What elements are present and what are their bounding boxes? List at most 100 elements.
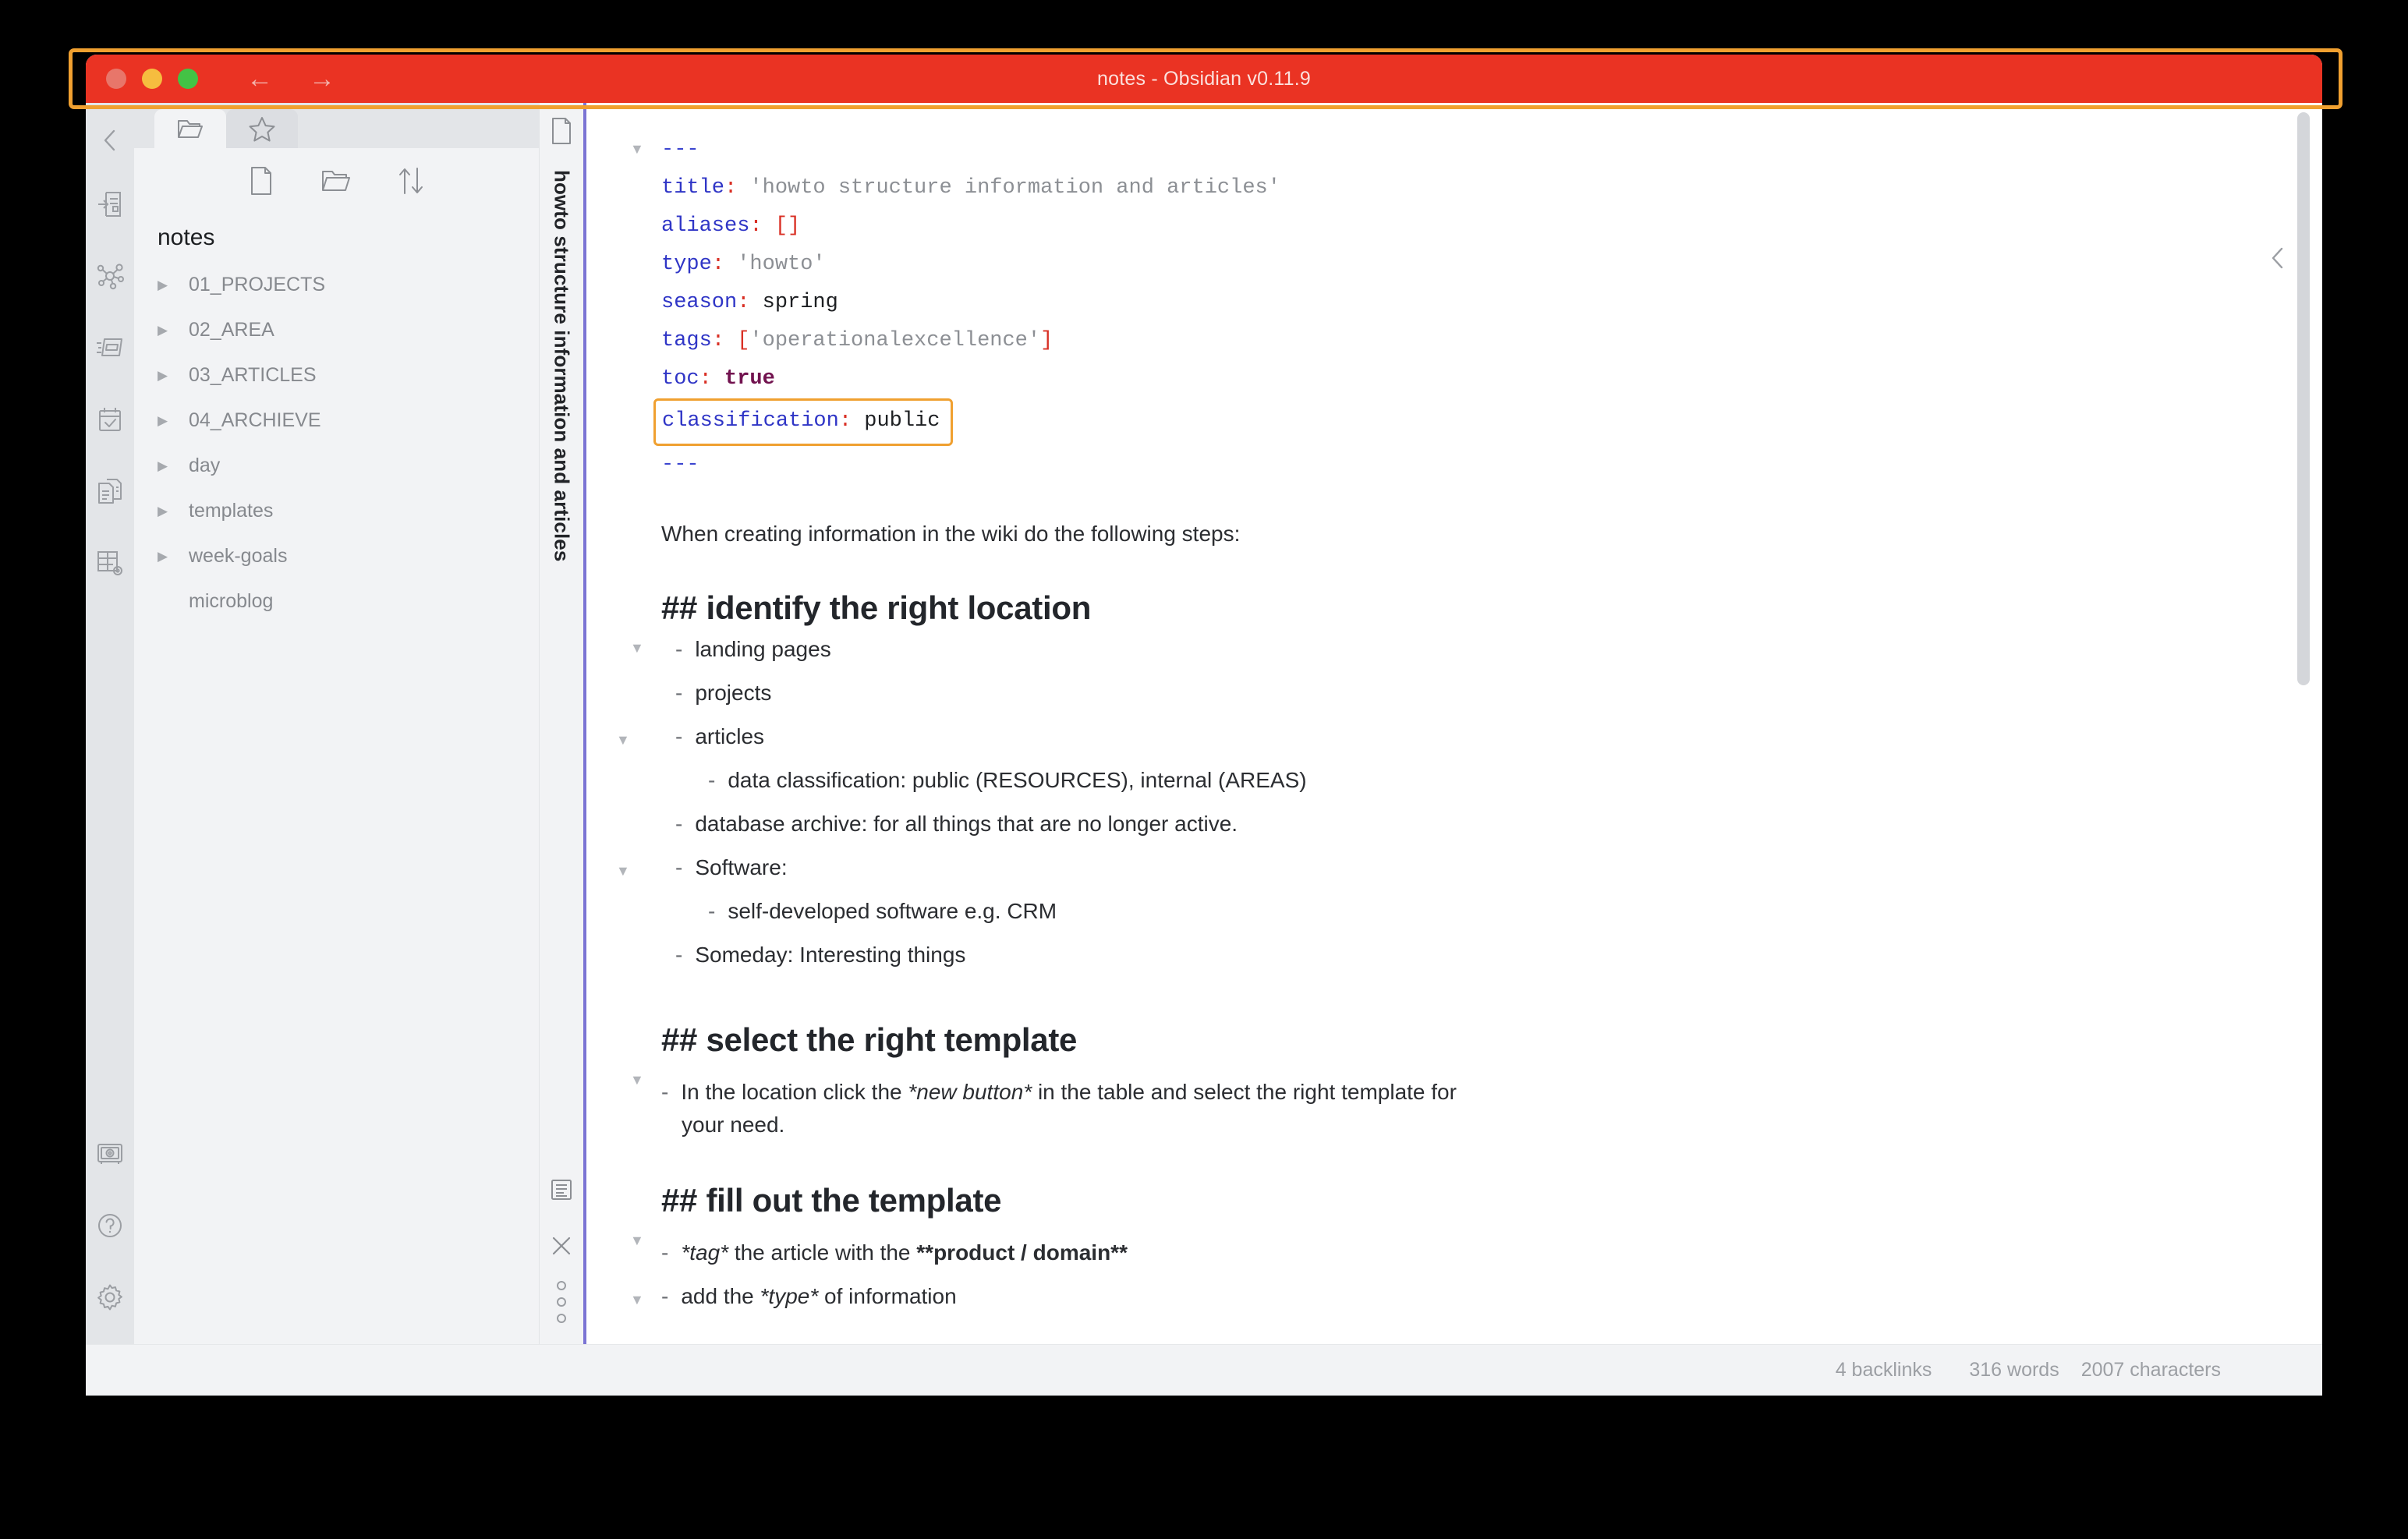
document-icon	[552, 118, 571, 144]
list-item-label: Software:	[695, 854, 788, 879]
tree-item-microblog[interactable]: microblog	[158, 578, 539, 624]
tag-italic: *tag*	[681, 1240, 729, 1265]
tree-item-03-articles[interactable]: ▶ 03_ARTICLES	[158, 352, 539, 398]
list-item-content: add the *type* of information	[681, 1280, 956, 1313]
section-identify-location: ▼ ## identify the right location	[630, 589, 2229, 655]
fold-arrow-icon[interactable]: ▼	[630, 641, 647, 655]
tree-item-label: 01_PROJECTS	[189, 273, 326, 295]
collapse-left-sidebar-button[interactable]	[86, 112, 134, 168]
open-settings-button[interactable]	[86, 1261, 134, 1333]
yaml-key: type	[661, 253, 712, 276]
expand-arrow-icon[interactable]: ▶	[158, 324, 181, 337]
expand-arrow-icon[interactable]: ▶	[158, 459, 181, 472]
change-sort-order-button[interactable]	[396, 165, 426, 200]
list-item: - In the location click the *new button* …	[661, 1076, 2229, 1141]
editor-pane: ▼ --- title: 'howto structure informatio…	[586, 103, 2322, 1344]
more-options-button[interactable]	[538, 1274, 585, 1330]
chevron-left-icon	[104, 129, 115, 151]
frontmatter-field-tags: tags: ['operationalexcellence']	[661, 329, 1054, 352]
fold-arrow-icon[interactable]: ▼	[630, 1293, 647, 1307]
frontmatter-field-type: type: 'howto'	[661, 253, 826, 276]
tree-item-label: microblog	[189, 589, 274, 612]
heading-select-the-right-template: ## select the right template	[661, 1021, 1078, 1058]
close-pane-button[interactable]	[538, 1218, 585, 1274]
yaml-value: []	[774, 214, 801, 238]
fold-arrow-icon[interactable]: ▼	[630, 1233, 647, 1247]
open-vault-button[interactable]	[86, 1118, 134, 1190]
minimize-window-button[interactable]	[142, 69, 162, 89]
heading-fill-out-the-template: ## fill out the template	[661, 1181, 1002, 1219]
frontmatter-field-toc: toc: true	[661, 367, 775, 391]
expand-arrow-icon[interactable]: ▶	[158, 369, 181, 382]
toggle-reading-view-button[interactable]	[538, 1162, 585, 1218]
list-item: ▼ - add the *type* of information	[630, 1280, 2229, 1324]
expand-arrow-icon[interactable]: ▶	[158, 414, 181, 427]
open-templates-button[interactable]	[86, 455, 134, 527]
new-folder-button[interactable]	[320, 168, 351, 198]
list-item: ▼ - articles	[616, 720, 2229, 764]
active-file-tab[interactable]	[538, 103, 585, 159]
tree-item-02-area[interactable]: ▶ 02_AREA	[158, 307, 539, 352]
tree-item-templates[interactable]: ▶ templates	[158, 488, 539, 533]
tag-bold: **product / domain**	[916, 1240, 1128, 1265]
new-note-button[interactable]	[248, 165, 274, 200]
last-line-italic: *type*	[760, 1283, 819, 1308]
list-item-label: Someday: Interesting things	[695, 942, 966, 967]
frontmatter-field-aliases: aliases: []	[661, 214, 801, 238]
vtab-bottom-group	[538, 1162, 585, 1344]
traffic-lights	[106, 69, 198, 89]
tree-item-01-projects[interactable]: ▶ 01_PROJECTS	[158, 262, 539, 307]
maximize-window-button[interactable]	[178, 69, 198, 89]
window-title: notes - Obsidian v0.11.9	[1097, 67, 1311, 90]
list-item: - landing pages	[661, 633, 2229, 677]
list-item: - *tag* the article with the **product /…	[661, 1237, 2229, 1280]
paragraph-part-italic: *new button*	[908, 1079, 1032, 1104]
files-tab[interactable]	[154, 109, 226, 148]
tree-item-week-goals[interactable]: ▶ week-goals	[158, 533, 539, 578]
fold-arrow-icon[interactable]: ▼	[616, 733, 633, 747]
list-dash: -	[675, 811, 683, 836]
list-dash: -	[708, 767, 716, 792]
gear-icon	[97, 1284, 122, 1311]
fold-arrow-icon[interactable]: ▼	[616, 864, 633, 878]
list-dash: -	[675, 636, 683, 661]
list-dash: -	[661, 1240, 669, 1265]
starred-tab[interactable]	[226, 109, 298, 148]
expand-arrow-icon[interactable]: ▶	[158, 278, 181, 292]
list-dash: -	[661, 1079, 669, 1104]
tree-item-day[interactable]: ▶ day	[158, 443, 539, 488]
frontmatter-field-season: season: spring	[661, 291, 838, 314]
open-card-board-button[interactable]	[86, 312, 134, 384]
open-quick-switcher-button[interactable]	[86, 168, 134, 240]
tree-item-label: day	[189, 454, 221, 476]
list-item-label: landing pages	[695, 636, 831, 661]
open-help-button[interactable]	[86, 1190, 134, 1261]
open-calendar-button[interactable]	[86, 384, 134, 455]
frontmatter-close-line: ---	[661, 446, 2229, 484]
tree-item-label: 02_AREA	[189, 318, 274, 341]
open-graph-view-button[interactable]	[86, 240, 134, 312]
list-item-label: data classification: public (RESOURCES),…	[728, 767, 1307, 792]
close-window-button[interactable]	[106, 69, 126, 89]
open-table-settings-button[interactable]	[86, 527, 134, 599]
new-note-icon	[250, 166, 271, 195]
help-circle-icon	[98, 1214, 122, 1237]
new-folder-icon	[321, 170, 350, 191]
expand-arrow-icon[interactable]: ▶	[158, 550, 181, 563]
tree-item-04-archieve[interactable]: ▶ 04_ARCHIEVE	[158, 398, 539, 443]
yaml-value: 'howto'	[737, 253, 826, 276]
expand-arrow-icon[interactable]: ▶	[158, 504, 181, 518]
fold-arrow-icon[interactable]: ▼	[630, 142, 647, 156]
back-arrow-icon[interactable]: ←	[246, 65, 273, 92]
vault-icon	[97, 1144, 122, 1164]
list-item: - database archive: for all things that …	[661, 808, 2229, 851]
cards-icon	[97, 338, 122, 356]
star-icon	[249, 116, 275, 141]
forward-arrow-icon[interactable]: →	[309, 65, 335, 92]
backlinks-count[interactable]: 4 backlinks	[1836, 1359, 1932, 1382]
fold-arrow-icon[interactable]: ▼	[630, 1073, 647, 1087]
reading-view-icon	[551, 1180, 572, 1200]
list-item-content: *tag* the article with the **product / d…	[681, 1237, 1128, 1269]
list-item-label: self-developed software e.g. CRM	[728, 898, 1057, 923]
markdown-editor[interactable]: ▼ --- title: 'howto structure informatio…	[586, 103, 2322, 1344]
